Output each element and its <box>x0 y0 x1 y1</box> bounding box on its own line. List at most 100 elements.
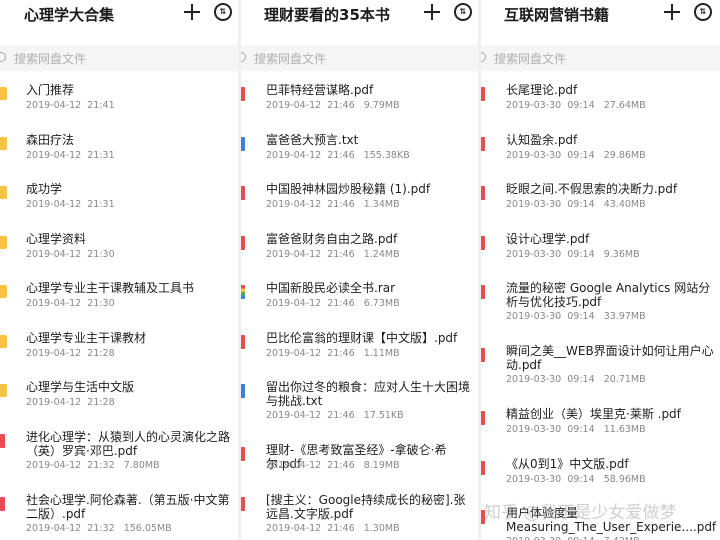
folder-icon <box>0 384 7 397</box>
file-time: 21:46 <box>327 347 355 359</box>
list-item[interactable]: 成功学 2019-04-12 21:31 <box>0 170 240 220</box>
folder-icon <box>0 334 7 348</box>
file-time: 21:32 <box>87 522 115 534</box>
file-size: 1.34MB <box>363 199 400 210</box>
list-item[interactable]: 入门推荐 2019-04-12 21:41 <box>0 71 240 121</box>
list-item[interactable]: 心理学专业主干课教辅及工具书 2019-04-12 21:30 <box>0 269 240 319</box>
search-bar[interactable]: 搜索网盘文件 <box>480 45 720 71</box>
folder-icon <box>0 136 7 150</box>
folder-icon <box>0 87 7 100</box>
search-bar[interactable]: 搜索网盘文件 <box>0 45 240 71</box>
list-item[interactable]: 巴比伦富翁的理财课【中文版】.pdf 2019-04-12 21:46 1.11… <box>240 319 480 369</box>
file-size: 156.05MB <box>123 522 172 534</box>
file-size: 29.86MB <box>603 149 646 161</box>
file-size: 1.11MB <box>363 347 400 359</box>
list-item[interactable]: 《从0到1》中文版.pdf 2019-03-30 09:14 58.96MB <box>480 445 720 495</box>
file-name: 瞬间之美__WEB界面设计如何让用户心动.pdf <box>506 344 714 372</box>
list-item[interactable]: 富爸爸大预言.txt 2019-04-12 21:46 155.38KB <box>240 121 480 171</box>
list-item[interactable]: [搜主义：Google持续成长的秘密].张远昌.文字版.pdf 2019-04-… <box>240 481 480 540</box>
list-item[interactable]: 中国新股民必读全书.rar 2019-04-12 21:46 6.73MB <box>240 269 480 319</box>
file-time: 21:46 <box>327 522 355 534</box>
file-date: 2019-03-30 <box>506 374 562 385</box>
search-placeholder: 搜索网盘文件 <box>494 52 567 66</box>
file-date: 2019-04-12 <box>266 100 322 111</box>
file-size: 1.24MB <box>363 248 400 260</box>
list-item[interactable]: 留出你过冬的粮食：应对人生十大困境与挑战.txt 2019-04-12 21:4… <box>240 368 480 431</box>
file-meta: 2019-03-30 09:14 7.42MB <box>506 536 640 540</box>
file-meta: 2019-03-30 09:14 43.40MB <box>506 199 646 210</box>
list-item[interactable]: 用户体验度量 Measuring_The_User_Experie....pdf… <box>480 494 720 540</box>
file-name: 社会心理学.阿伦森著.（第五版·中文第二版）.pdf <box>26 492 230 521</box>
file-time: 21:31 <box>87 149 115 161</box>
list-item[interactable]: 瞬间之美__WEB界面设计如何让用户心动.pdf 2019-03-30 09:1… <box>480 332 720 395</box>
list-item[interactable]: 富爸爸财务自由之路.pdf 2019-04-12 21:46 1.24MB <box>240 220 480 270</box>
list-item[interactable]: 中国股神林园炒股秘籍 (1).pdf 2019-04-12 21:46 1.34… <box>240 170 480 220</box>
panel-finance: 理财要看的35本书 ⇅ 搜索网盘文件 巴菲特经营谋略.pdf 2019-04-1… <box>240 0 480 540</box>
file-date: 2019-04-12 <box>266 347 322 359</box>
file-size: 43.40MB <box>603 199 646 210</box>
file-size: 7.42MB <box>604 536 640 540</box>
file-date: 2019-04-12 <box>266 248 322 260</box>
file-time: 21:28 <box>87 347 115 359</box>
file-name: 入门推荐 <box>26 83 75 97</box>
list-item[interactable]: 心理学专业主干课教材 2019-04-12 21:28 <box>0 319 240 369</box>
file-meta: 2019-04-12 21:28 <box>26 348 124 359</box>
file-meta: 2019-04-12 21:46 8.19MB <box>266 460 400 471</box>
folder-title: 心理学大合集 <box>24 6 115 24</box>
file-name: 巴菲特经营谋略.pdf <box>266 83 374 97</box>
list-item[interactable]: 长尾理论.pdf 2019-03-30 09:14 27.64MB <box>480 71 720 121</box>
file-size: 11.63MB <box>603 424 646 435</box>
file-meta: 2019-04-12 21:46 9.79MB <box>266 100 400 111</box>
add-icon[interactable] <box>182 2 202 22</box>
file-meta: 2019-04-12 21:46 6.73MB <box>266 298 400 309</box>
file-name: 巴比伦富翁的理财课【中文版】.pdf <box>266 330 458 345</box>
file-date: 2019-04-12 <box>266 199 322 210</box>
file-time: 21:46 <box>327 199 355 210</box>
list-item[interactable]: 心理学资料 2019-04-12 21:30 <box>0 220 240 270</box>
file-time: 21:31 <box>87 199 115 210</box>
screen: 心理学大合集 ⇅ 搜索网盘文件 入门推荐 2019-04-12 21:41 森田… <box>0 0 720 540</box>
file-name: 精益创业（美）埃里克·莱斯 .pdf <box>506 407 681 421</box>
file-time: 09:14 <box>567 199 595 210</box>
file-size: 155.38KB <box>363 149 410 161</box>
header: 心理学大合集 ⇅ <box>0 0 240 36</box>
file-name: 心理学资料 <box>26 231 87 246</box>
file-meta: 2019-03-30 09:14 20.71MB <box>506 374 646 385</box>
file-time: 09:14 <box>567 374 595 385</box>
header: 理财要看的35本书 ⇅ <box>240 0 480 36</box>
list-item[interactable]: 巴菲特经营谋略.pdf 2019-04-12 21:46 9.79MB <box>240 71 480 121</box>
search-icon <box>0 52 6 62</box>
file-date: 2019-03-30 <box>506 473 562 485</box>
panel-divider <box>478 0 481 540</box>
file-name: 富爸爸大预言.txt <box>266 132 359 147</box>
file-name: 认知盈余.pdf <box>506 132 578 147</box>
list-item[interactable]: 森田疗法 2019-04-12 21:31 <box>0 121 240 171</box>
file-meta: 2019-04-12 21:46 155.38KB <box>266 150 410 161</box>
list-item[interactable]: 认知盈余.pdf 2019-03-30 09:14 29.86MB <box>480 121 720 171</box>
file-meta: 2019-03-30 09:14 11.63MB <box>506 424 646 435</box>
list-item[interactable]: 心理学与生活中文版 2019-04-12 21:28 <box>0 368 240 418</box>
file-date: 2019-04-12 <box>266 522 322 534</box>
file-meta: 2019-04-12 21:31 <box>26 199 124 210</box>
file-time: 21:46 <box>327 248 355 260</box>
file-name: 《从0到1》中文版.pdf <box>506 456 629 471</box>
pdf-file-icon <box>0 496 5 511</box>
search-bar[interactable]: 搜索网盘文件 <box>240 45 480 71</box>
file-size: 33.97MB <box>603 311 646 322</box>
list-item[interactable]: 社会心理学.阿伦森著.（第五版·中文第二版）.pdf 2019-04-12 21… <box>0 481 240 540</box>
list-item[interactable]: 进化心理学：从猿到人的心灵演化之路（英）罗宾·邓巴.pdf 2019-04-12… <box>0 418 240 481</box>
sort-icon[interactable]: ⇅ <box>454 3 472 21</box>
list-item[interactable]: 流量的秘密 Google Analytics 网站分析与优化技巧.pdf 201… <box>480 269 720 332</box>
file-list: 巴菲特经营谋略.pdf 2019-04-12 21:46 9.79MB 富爸爸大… <box>240 71 480 540</box>
sort-icon[interactable]: ⇅ <box>214 3 232 21</box>
list-item[interactable]: 精益创业（美）埃里克·莱斯 .pdf 2019-03-30 09:14 11.6… <box>480 395 720 445</box>
folder-icon <box>0 235 7 249</box>
list-item[interactable]: 理财-《思考致富圣经》-拿破仑·希尔.pdf 2019-04-12 21:46 … <box>240 431 480 481</box>
add-icon[interactable] <box>422 2 442 22</box>
list-item[interactable]: 设计心理学.pdf 2019-03-30 09:14 9.36MB <box>480 220 720 270</box>
list-item[interactable]: 眨眼之间.不假思索的决断力.pdf 2019-03-30 09:14 43.40… <box>480 170 720 220</box>
sort-icon[interactable]: ⇅ <box>694 3 712 21</box>
folder-icon <box>0 285 7 298</box>
file-date: 2019-03-30 <box>506 199 562 210</box>
add-icon[interactable] <box>662 2 682 22</box>
